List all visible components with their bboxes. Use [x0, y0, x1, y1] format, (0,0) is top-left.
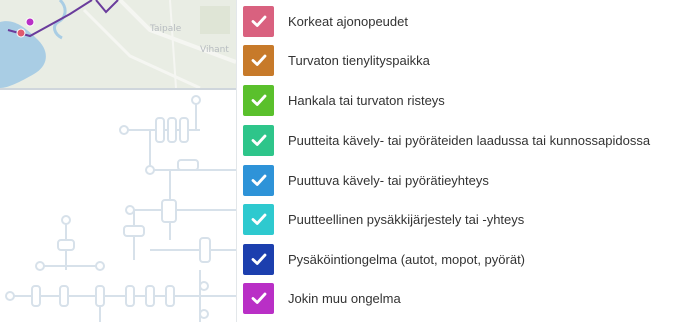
map-thumbnail[interactable]: Taipale Vihant — [0, 0, 236, 90]
checkbox-other-problem[interactable] — [243, 282, 274, 314]
filter-item-path-quality[interactable]: Puutteita kävely- tai pyöräteiden laadus… — [243, 124, 650, 156]
filter-label: Hankala tai turvaton risteys — [288, 92, 445, 108]
checkmark-icon — [251, 54, 266, 66]
map-marker-purple[interactable] — [25, 17, 35, 27]
filter-item-stop-arrangement[interactable]: Puutteellinen pysäkkijärjestely tai -yht… — [243, 203, 524, 235]
filter-item-missing-connection[interactable]: Puuttuva kävely- tai pyörätieyhteys — [243, 164, 489, 196]
filter-item-high-speeds[interactable]: Korkeat ajonopeudet — [243, 5, 408, 37]
filter-item-other-problem[interactable]: Jokin muu ongelma — [243, 282, 401, 314]
checkmark-icon — [251, 174, 266, 186]
issue-type-filter-panel: Korkeat ajonopeudet Turvaton tienylitysp… — [236, 0, 677, 322]
checkbox-parking-problem[interactable] — [243, 243, 274, 275]
filter-label: Puuttuva kävely- tai pyörätieyhteys — [288, 172, 489, 188]
checkmark-icon — [251, 15, 266, 27]
map-place-label: Vihant — [200, 45, 229, 55]
checkbox-path-quality[interactable] — [243, 124, 274, 156]
map-canvas: Taipale Vihant — [0, 0, 236, 88]
map-marker-pink[interactable] — [16, 28, 26, 38]
filter-label: Pysäköintiongelma (autot, mopot, pyörät) — [288, 251, 526, 267]
checkbox-missing-connection[interactable] — [243, 164, 274, 196]
checkbox-dangerous-intersection[interactable] — [243, 84, 274, 116]
map-field — [200, 6, 230, 34]
filter-label: Korkeat ajonopeudet — [288, 13, 408, 29]
filter-item-unsafe-crossing[interactable]: Turvaton tienylityspaikka — [243, 44, 430, 76]
checkbox-stop-arrangement[interactable] — [243, 203, 274, 235]
filter-item-parking-problem[interactable]: Pysäköintiongelma (autot, mopot, pyörät) — [243, 243, 525, 275]
filter-label: Puutteita kävely- tai pyöräteiden laadus… — [288, 132, 651, 148]
checkmark-icon — [251, 94, 266, 106]
checkmark-icon — [251, 213, 266, 225]
filter-label: Turvaton tienylityspaikka — [288, 52, 430, 68]
checkbox-high-speeds[interactable] — [243, 5, 274, 37]
filter-label: Puutteellinen pysäkkijärjestely tai -yht… — [288, 211, 525, 227]
checkbox-unsafe-crossing[interactable] — [243, 44, 274, 76]
decorative-network-graphic — [5, 95, 236, 322]
filter-label: Jokin muu ongelma — [288, 290, 401, 306]
checkmark-icon — [251, 292, 266, 304]
checkmark-icon — [251, 134, 266, 146]
filter-item-dangerous-intersection[interactable]: Hankala tai turvaton risteys — [243, 84, 445, 116]
map-place-label: Taipale — [149, 24, 182, 34]
checkmark-icon — [251, 253, 266, 265]
